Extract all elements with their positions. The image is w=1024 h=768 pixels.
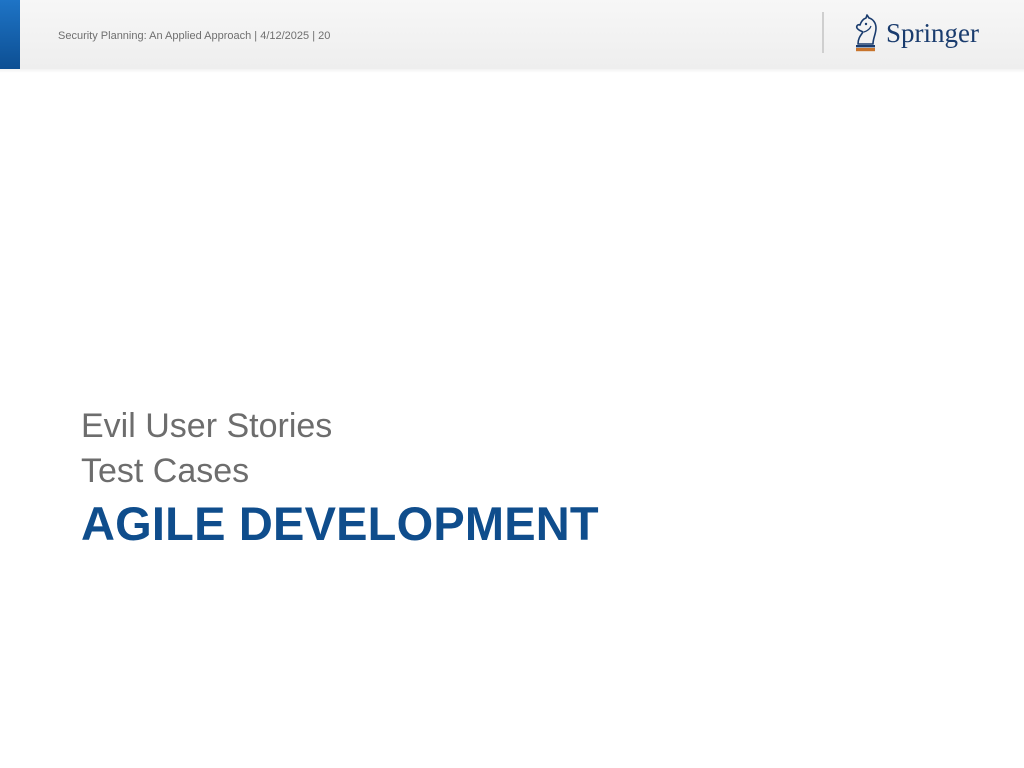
chess-knight-icon	[855, 14, 877, 52]
subtitle-line-2: Test Cases	[81, 452, 250, 490]
logo-divider	[822, 12, 824, 53]
accent-strip	[0, 0, 20, 69]
slide-title: AGILE DEVELOPMENT	[81, 497, 599, 550]
slide: Security Planning: An Applied Approach |…	[0, 0, 1024, 768]
slide-footer-text: Security Planning: An Applied Approach |…	[58, 30, 331, 42]
springer-logo: Springer	[852, 14, 982, 54]
header-shadow	[0, 69, 1024, 73]
logo-wordmark: Springer	[886, 18, 979, 48]
subtitle-line-1: Evil User Stories	[81, 407, 333, 445]
